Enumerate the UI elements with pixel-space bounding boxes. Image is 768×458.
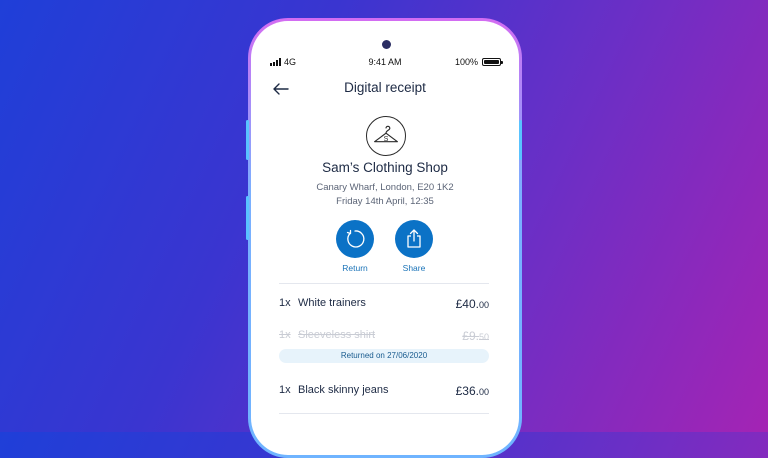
receipt-item-returned: 1x Sleeveless shirt £9.50 [279, 329, 489, 345]
share-icon [407, 229, 421, 248]
status-bar: 4G 9:41 AM 100% [251, 57, 519, 71]
front-camera [382, 40, 391, 49]
share-button[interactable]: Share [394, 220, 434, 273]
receipt-date: Friday 14th April, 12:35 [336, 196, 434, 207]
phone-side-button [246, 196, 249, 240]
item-name: Black skinny jeans [298, 384, 389, 396]
receipt-item: 1x Black skinny jeans £36.00 [279, 384, 489, 400]
refresh-icon [346, 229, 365, 248]
battery-icon [482, 58, 503, 66]
battery-percent: 100% [454, 57, 478, 67]
shop-address: Canary Wharf, London, E20 1K2 [316, 182, 454, 193]
phone-side-button [246, 120, 249, 160]
battery-indicator: 100% [454, 57, 503, 67]
receipt-item: 1x White trainers £40.00 [279, 297, 489, 313]
item-quantity: 1x [279, 384, 291, 396]
item-name: White trainers [298, 297, 366, 309]
return-button-circle[interactable] [336, 220, 374, 258]
share-button-circle[interactable] [395, 220, 433, 258]
item-name: Sleeveless shirt [298, 329, 376, 341]
item-quantity: 1x [279, 297, 291, 309]
returned-badge: Returned on 27/06/2020 [279, 349, 489, 363]
return-label: Return [342, 263, 368, 273]
app-header: Digital receipt [251, 77, 519, 101]
item-price: £40.00 [455, 297, 489, 311]
shop-logo-hanger-icon: S [366, 116, 406, 156]
shop-logo-letter: S [384, 135, 389, 143]
share-label: Share [402, 263, 426, 273]
item-price: £36.00 [455, 384, 489, 398]
item-price: £9.50 [462, 329, 489, 343]
page-title: Digital receipt [344, 80, 426, 95]
shop-name: Sam’s Clothing Shop [322, 160, 448, 175]
return-button[interactable]: Return [335, 220, 375, 273]
section-divider [279, 283, 489, 284]
item-quantity: 1x [279, 329, 291, 341]
item-divider [279, 413, 489, 414]
phone-side-button [519, 120, 522, 160]
phone-screen: 4G 9:41 AM 100% Digital receipt S Sam’s … [251, 21, 519, 455]
phone-frame: 4G 9:41 AM 100% Digital receipt S Sam’s … [248, 18, 522, 458]
